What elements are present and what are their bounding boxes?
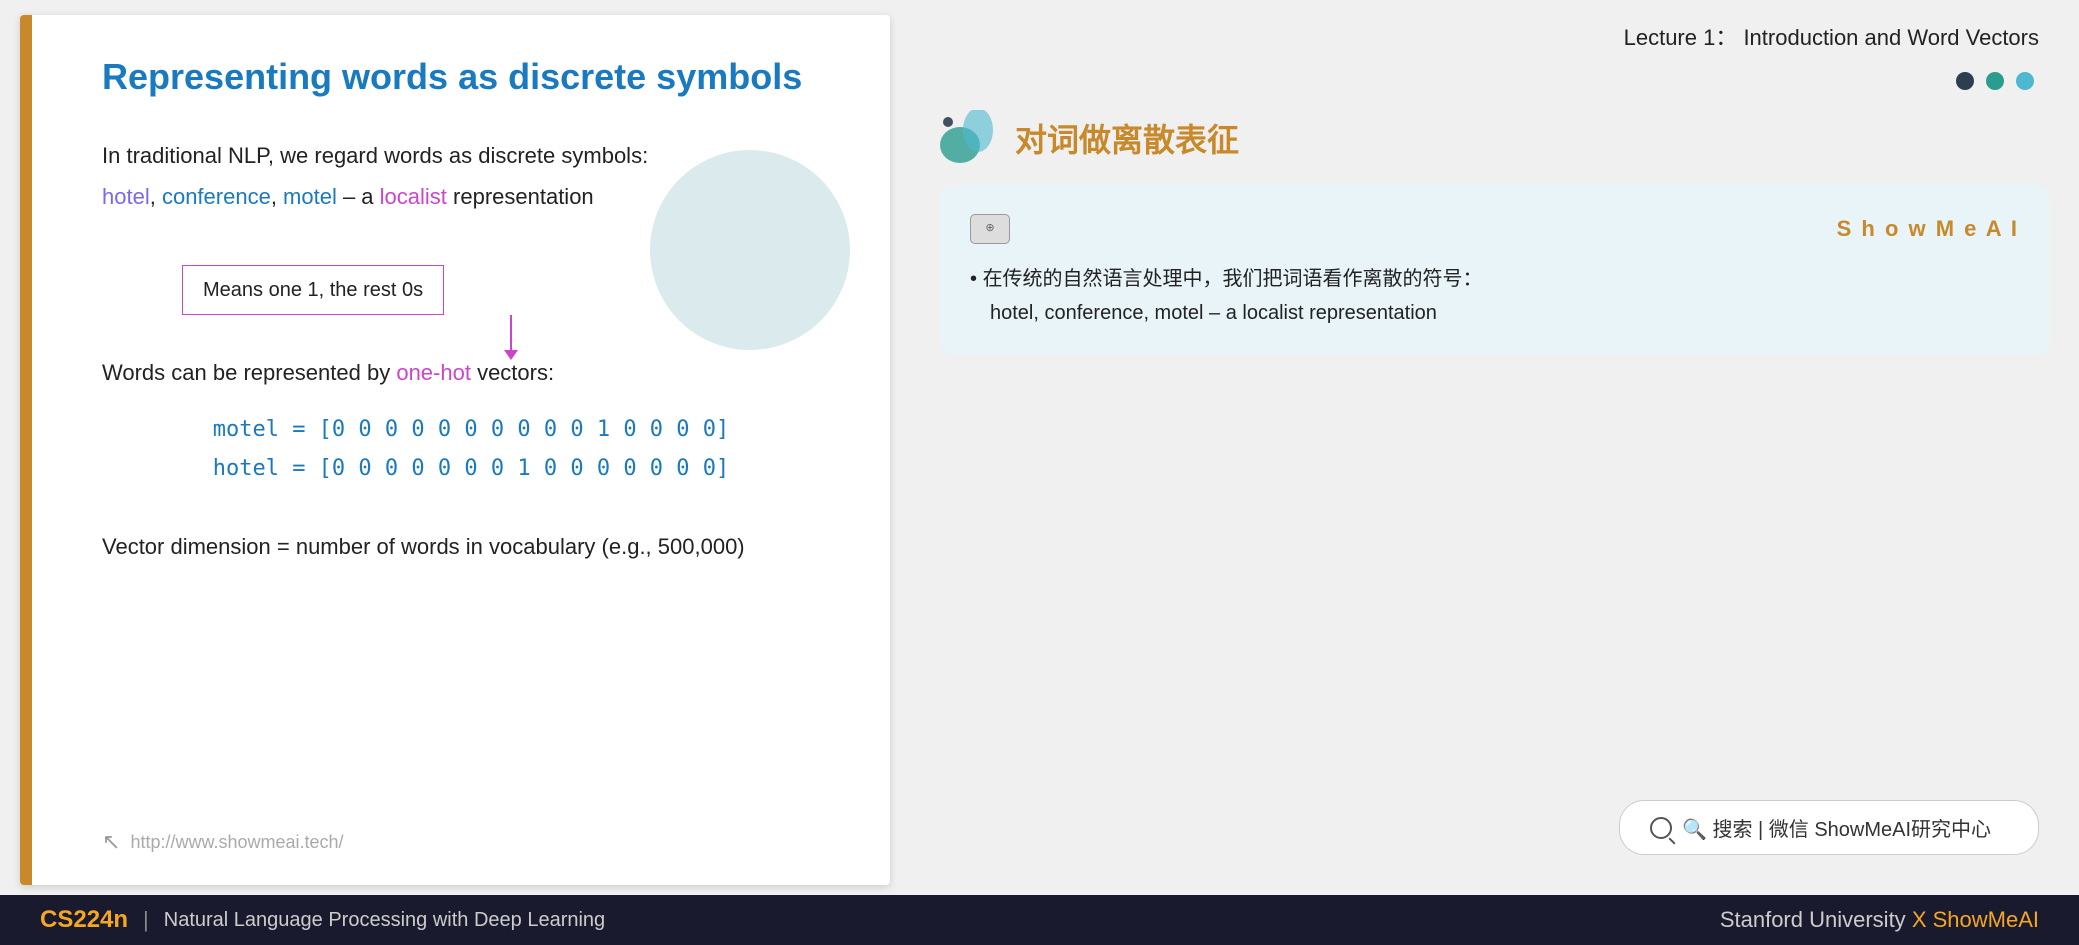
bottom-subtitle: Natural Language Processing with Deep Le… [164, 909, 605, 932]
course-code: CS224n [40, 906, 128, 934]
right-panel: Lecture 1： Introduction and Word Vectors… [910, 0, 2079, 895]
search-bar[interactable]: 🔍 搜索 | 微信 ShowMeAI研究中心 [1619, 800, 2039, 855]
dash-text: – a [337, 184, 380, 209]
callout-arrow-line [510, 315, 512, 350]
annotation-bullet: 在传统的自然语言处理中，我们把词语看作离散的符号： [970, 262, 2019, 296]
representation-text: representation [447, 184, 594, 209]
search-icon [1650, 817, 1672, 839]
search-container: 🔍 搜索 | 微信 ShowMeAI研究中心 [940, 780, 2049, 875]
one-hot-section: Words can be represented by one-hot vect… [102, 355, 840, 489]
bottom-divider: | [143, 907, 149, 933]
word-motel: motel [283, 184, 337, 209]
slide-footer: ↖ http://www.showmeai.tech/ [102, 829, 344, 855]
word-localist: localist [380, 184, 447, 209]
bottom-x: X [1912, 907, 1933, 932]
one-hot-intro: Words can be represented by [102, 360, 396, 385]
showmeai-label: S h o w M e A I [1837, 210, 2019, 247]
chinese-title: 对词做离散表征 [1015, 115, 1239, 161]
dots-row [940, 72, 2049, 90]
ai-icon: ⊕ [970, 214, 1010, 244]
slide-title: Representing words as discrete symbols [102, 55, 840, 98]
callout-text: Means one 1, the rest 0s [203, 279, 423, 301]
word-conference: conference [162, 184, 271, 209]
vocab-note: Vector dimension = number of words in vo… [102, 529, 840, 564]
footer-url: http://www.showmeai.tech/ [130, 832, 343, 853]
main-content: Representing words as discrete symbols I… [0, 0, 2079, 895]
paragraph-text: In traditional NLP, we regard words as d… [102, 143, 648, 168]
cursor-icon: ↖ [102, 829, 120, 855]
dot-3 [2016, 72, 2034, 90]
callout-arrow-head [504, 350, 518, 360]
right-header: 对词做离散表征 [940, 110, 2049, 165]
lecture-title: Lecture 1： Introduction and Word Vectors [940, 20, 2049, 52]
one-hot-keyword: one-hot [396, 360, 471, 385]
bottom-bar: CS224n | Natural Language Processing wit… [0, 895, 2079, 945]
callout-box: Means one 1, the rest 0s [182, 265, 444, 315]
vector-motel: motel = [0 0 0 0 0 0 0 0 0 0 1 0 0 0 0] [102, 410, 840, 450]
stanford-text: Stanford University [1720, 907, 1906, 932]
annotation-sub: hotel, conference, motel – a localist re… [990, 296, 2019, 330]
slide-body: In traditional NLP, we regard words as d… [102, 138, 840, 564]
bottom-right: Stanford University X ShowMeAI [1720, 907, 2039, 933]
dot-2 [1986, 72, 2004, 90]
word-hotel: hotel [102, 184, 150, 209]
one-hot-label: Words can be represented by one-hot vect… [102, 355, 840, 390]
bottom-showmeai: ShowMeAI [1933, 907, 2039, 932]
callout-arrow [504, 315, 518, 360]
one-hot-end: vectors: [471, 360, 554, 385]
comma2: , [271, 184, 283, 209]
wave-icon [940, 110, 1000, 165]
dot-1 [1956, 72, 1974, 90]
annotation-card: ⊕ S h o w M e A I 在传统的自然语言处理中，我们把词语看作离散的… [940, 185, 2049, 355]
search-text: 🔍 搜索 | 微信 ShowMeAI研究中心 [1682, 813, 1991, 842]
bottom-left: CS224n | Natural Language Processing wit… [40, 906, 605, 934]
comma1: , [150, 184, 162, 209]
vector-hotel: hotel = [0 0 0 0 0 0 0 1 0 0 0 0 0 0 0] [102, 449, 840, 489]
ai-icon-text: ⊕ [985, 219, 994, 238]
vector-display: motel = [0 0 0 0 0 0 0 0 0 0 1 0 0 0 0] … [102, 410, 840, 489]
slide-panel: Representing words as discrete symbols I… [20, 15, 890, 885]
showmeai-badge: ⊕ S h o w M e A I [970, 210, 2019, 247]
circle-decoration [650, 150, 850, 350]
